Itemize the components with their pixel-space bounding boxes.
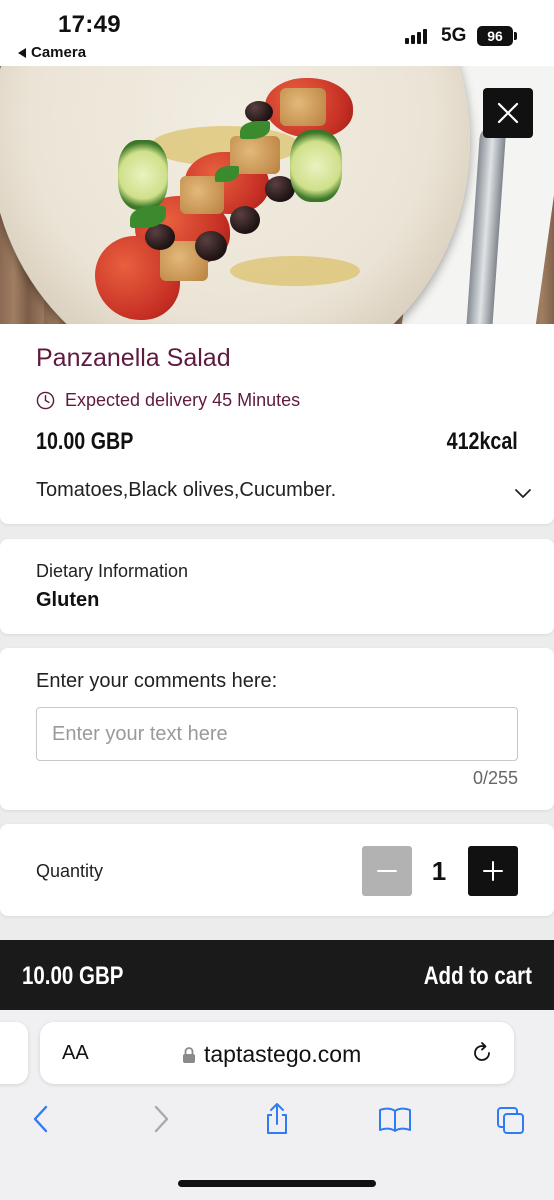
text-size-button[interactable]: AA	[62, 1042, 89, 1065]
url-display[interactable]: taptastego.com	[182, 1041, 361, 1068]
dietary-value: Gluten	[36, 589, 100, 611]
share-button[interactable]	[262, 1102, 292, 1136]
cart-bar: 10.00 GBP Add to cart	[0, 940, 554, 1010]
back-to-camera-link[interactable]: Camera	[18, 44, 86, 61]
back-app-label: Camera	[31, 44, 87, 61]
dietary-label: Dietary Information	[36, 561, 189, 581]
minus-icon	[377, 870, 397, 872]
book-icon	[379, 1107, 411, 1132]
status-bar: 17:49 Camera 5G 96	[0, 0, 554, 66]
reload-icon[interactable]	[470, 1041, 494, 1065]
share-icon	[267, 1103, 287, 1134]
address-bar[interactable]: AA taptastego.com	[40, 1022, 514, 1084]
character-counter: 0/255	[472, 768, 518, 788]
product-calories: 412kcal	[446, 428, 518, 455]
ingredients-text: Tomatoes,Black olives,Cucumber.	[36, 479, 337, 501]
previous-tab[interactable]	[0, 1022, 28, 1084]
tabs-button[interactable]	[496, 1102, 526, 1136]
product-info-card: Panzanella Salad Expected delivery 45 Mi…	[0, 324, 554, 524]
chevron-down-icon[interactable]	[514, 484, 532, 502]
comments-input[interactable]	[36, 707, 518, 761]
battery-level: 96	[487, 28, 503, 44]
clock: 17:49	[58, 11, 121, 38]
product-price: 10.00 GBP	[36, 428, 134, 455]
quantity-value: 1	[431, 856, 447, 886]
back-arrow-icon	[18, 47, 26, 58]
comments-card: Enter your comments here: 0/255	[0, 648, 554, 810]
dietary-info-card: Dietary Information Gluten	[0, 539, 554, 634]
chevron-left-icon	[33, 1105, 48, 1133]
bookmarks-button[interactable]	[378, 1102, 412, 1136]
chevron-right-icon	[154, 1105, 169, 1133]
delivery-estimate: Expected delivery 45 Minutes	[36, 390, 300, 411]
battery-icon: 96	[477, 26, 517, 46]
product-image	[0, 66, 554, 324]
plus-icon	[483, 861, 503, 881]
home-indicator[interactable]	[178, 1180, 376, 1187]
close-button[interactable]	[483, 88, 533, 138]
clock-icon	[36, 391, 55, 410]
forward-button[interactable]	[146, 1102, 176, 1136]
comments-label: Enter your comments here:	[36, 670, 278, 692]
add-to-cart-button[interactable]: Add to cart	[424, 962, 532, 991]
quantity-label: Quantity	[36, 861, 104, 881]
back-button[interactable]	[26, 1102, 56, 1136]
signal-icon	[405, 28, 427, 44]
network-type: 5G	[441, 25, 467, 46]
product-name: Panzanella Salad	[36, 344, 231, 372]
quantity-card: Quantity 1	[0, 824, 554, 916]
decrease-quantity-button[interactable]	[362, 846, 412, 896]
url-text: taptastego.com	[204, 1041, 362, 1067]
increase-quantity-button[interactable]	[468, 846, 518, 896]
lock-icon	[183, 1046, 195, 1063]
delivery-text: Expected delivery 45 Minutes	[65, 390, 301, 410]
cart-total: 10.00 GBP	[22, 962, 124, 990]
tabs-icon	[497, 1107, 524, 1134]
browser-chrome: AA taptastego.com	[0, 1010, 554, 1200]
close-icon	[497, 102, 519, 124]
